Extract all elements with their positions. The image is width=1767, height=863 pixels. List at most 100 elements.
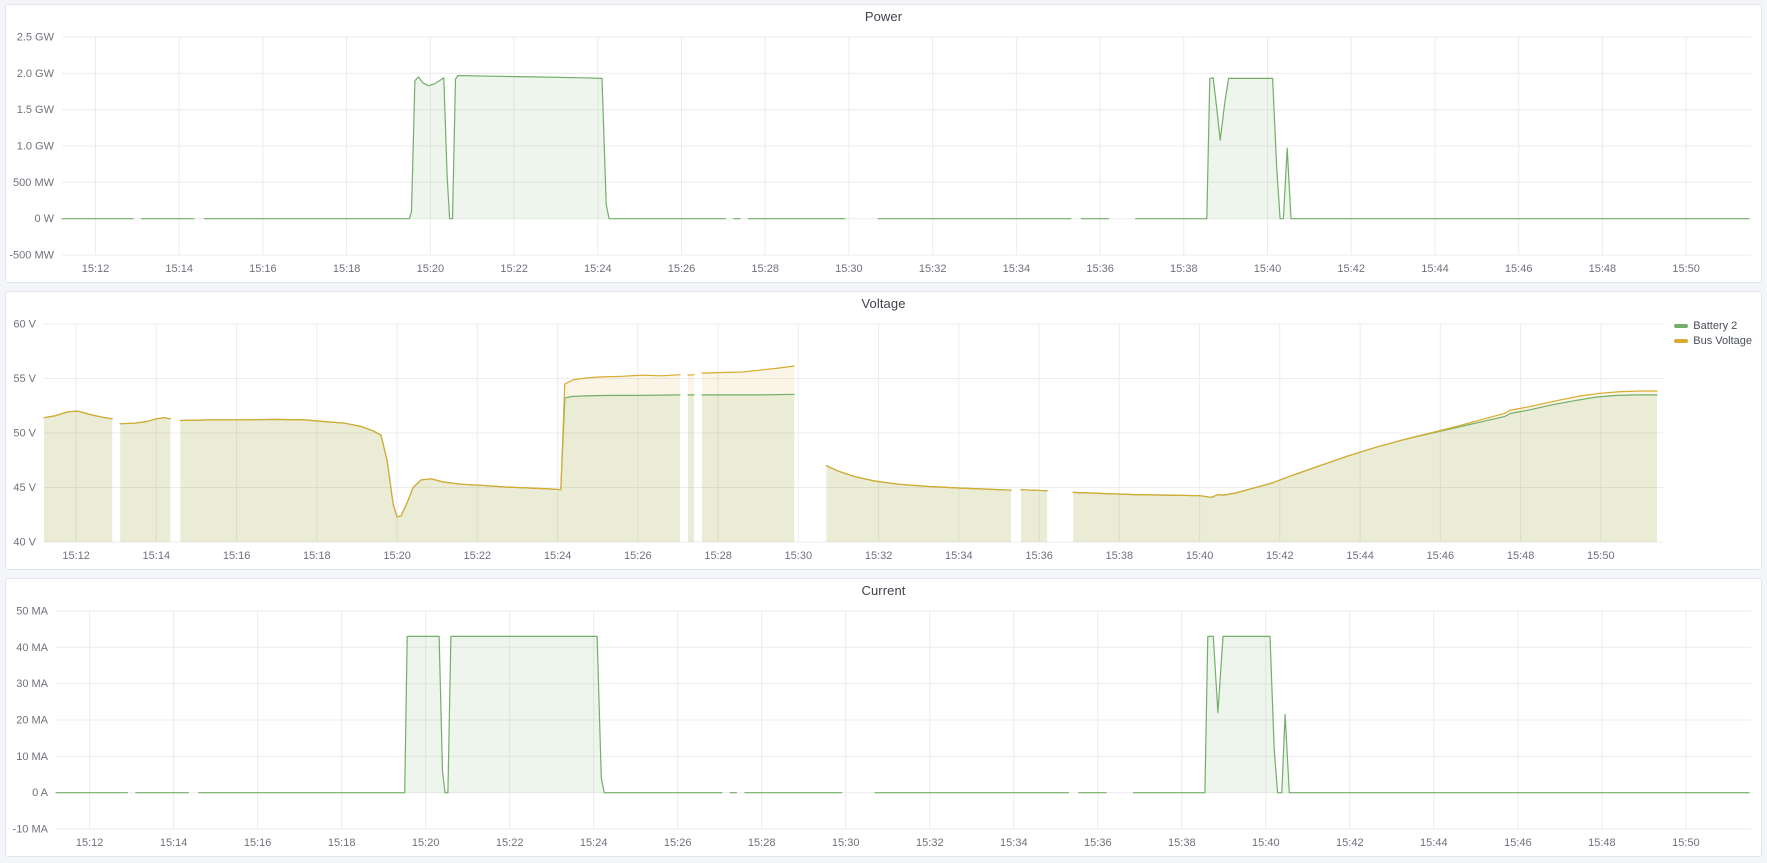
y-tick-label: 0 A: [32, 787, 49, 799]
panel-power: Power 2.5 GW 2.0 GW 1.5 GW 1.0 GW 500 MW 0 W -…: [5, 4, 1762, 283]
y-tick-label: 10 MA: [16, 751, 48, 763]
x-tick-label: 15:48: [1588, 837, 1616, 849]
x-tick-label: 15:12: [76, 837, 104, 849]
x-tick-label: 15:36: [1084, 837, 1112, 849]
chart-svg-power: 2.5 GW 2.0 GW 1.5 GW 1.0 GW 500 MW 0 W -500 MW…: [7, 27, 1760, 281]
x-tick-label: 15:50: [1587, 550, 1615, 562]
x-tick-label: 15:46: [1505, 263, 1533, 275]
panel-current: Current 50 MA 40 MA 30 MA 20 MA 10 MA 0 A -10 …: [5, 578, 1762, 857]
x-tick-label: 15:46: [1504, 837, 1532, 849]
x-tick-label: 15:34: [945, 550, 973, 562]
x-tick-label: 15:12: [82, 263, 110, 275]
chart-svg-voltage: 60 V55 V50 V45 V40 V15:1215:1415:1615:18…: [7, 314, 1760, 568]
x-tick-label: 15:22: [500, 263, 528, 275]
x-tick-label: 15:32: [865, 550, 893, 562]
series-color-swatch-icon: [1674, 324, 1688, 328]
x-tick-label: 15:18: [303, 550, 331, 562]
y-tick-label: 2.5 GW: [17, 32, 55, 44]
y-tick-label: -10 MA: [13, 824, 49, 836]
x-tick-label: 15:30: [832, 837, 860, 849]
x-tick-label: 15:34: [1000, 837, 1028, 849]
x-tick-label: 15:50: [1672, 837, 1700, 849]
x-tick-label: 15:20: [412, 837, 440, 849]
y-tick-label: 2.0 GW: [17, 68, 55, 80]
y-tick-label: 1.0 GW: [17, 141, 55, 153]
x-tick-label: 15:38: [1168, 837, 1196, 849]
legend-label: Battery 2: [1693, 320, 1737, 332]
x-tick-label: 15:12: [62, 550, 90, 562]
panel-header: Current: [6, 579, 1761, 601]
x-tick-label: 15:28: [704, 550, 732, 562]
y-tick-label: 40 V: [13, 537, 36, 549]
x-tick-label: 15:30: [835, 263, 863, 275]
y-tick-label: 45 V: [13, 482, 36, 494]
x-tick-label: 15:42: [1266, 550, 1294, 562]
legend-item-battery-2[interactable]: Battery 2: [1674, 320, 1752, 332]
chart-svg-current: 50 MA 40 MA 30 MA 20 MA 10 MA 0 A -10 MA 15:12 1…: [7, 601, 1760, 855]
x-tick-label: 15:42: [1336, 837, 1364, 849]
x-tick-label: 15:44: [1346, 550, 1374, 562]
x-tick-label: 15:30: [785, 550, 813, 562]
x-tick-label: 15:44: [1421, 263, 1449, 275]
x-tick-label: 15:20: [417, 263, 445, 275]
y-tick-label: 50 MA: [16, 606, 48, 618]
x-tick-label: 15:16: [244, 837, 272, 849]
x-tick-label: 15:26: [664, 837, 692, 849]
x-tick-label: 15:32: [916, 837, 944, 849]
x-tick-label: 15:50: [1672, 263, 1700, 275]
x-tick-label: 15:16: [249, 263, 277, 275]
x-tick-label: 15:40: [1186, 550, 1214, 562]
x-tick-label: 15:14: [165, 263, 193, 275]
x-tick-label: 15:26: [668, 263, 696, 275]
plot-area[interactable]: [44, 324, 1663, 542]
x-tick-label: 15:40: [1252, 837, 1280, 849]
x-tick-label: 15:22: [464, 550, 492, 562]
legend-label: Bus Voltage: [1693, 335, 1752, 347]
power-chart[interactable]: 2.5 GW 2.0 GW 1.5 GW 1.0 GW 500 MW 0 W -500 MW…: [7, 27, 1760, 281]
x-tick-label: 15:28: [751, 263, 779, 275]
y-tick-label: 20 MA: [16, 715, 48, 727]
x-tick-label: 15:16: [223, 550, 251, 562]
panel-title-power[interactable]: Power: [865, 9, 902, 24]
y-tick-label: 30 MA: [16, 678, 48, 690]
y-tick-label: 40 MA: [16, 642, 48, 654]
x-tick-label: 15:22: [496, 837, 524, 849]
chart-legend: Battery 2 Bus Voltage: [1674, 320, 1752, 347]
y-tick-label: 60 V: [13, 319, 36, 331]
x-tick-label: 15:24: [544, 550, 572, 562]
panel-header: Voltage: [6, 292, 1761, 314]
panel-title-voltage[interactable]: Voltage: [861, 296, 905, 311]
x-tick-label: 15:48: [1507, 550, 1535, 562]
x-tick-label: 15:18: [328, 837, 356, 849]
x-tick-label: 15:34: [1003, 263, 1031, 275]
x-tick-label: 15:24: [584, 263, 612, 275]
y-tick-label: 55 V: [13, 373, 36, 385]
x-tick-label: 15:36: [1086, 263, 1114, 275]
y-tick-label: 1.5 GW: [17, 104, 55, 116]
series-color-swatch-icon: [1674, 339, 1688, 343]
current-chart[interactable]: 50 MA 40 MA 30 MA 20 MA 10 MA 0 A -10 MA 15:12 1…: [7, 601, 1760, 855]
x-tick-label: 15:32: [919, 263, 947, 275]
x-tick-label: 15:38: [1106, 550, 1134, 562]
x-tick-label: 15:44: [1420, 837, 1448, 849]
x-tick-label: 15:28: [748, 837, 776, 849]
x-tick-label: 15:46: [1427, 550, 1455, 562]
panel-title-current[interactable]: Current: [861, 583, 905, 598]
y-tick-label: 500 MW: [13, 177, 55, 189]
legend-item-bus-voltage[interactable]: Bus Voltage: [1674, 335, 1752, 347]
plot-area[interactable]: [62, 37, 1751, 255]
voltage-chart[interactable]: 60 V55 V50 V45 V40 V15:1215:1415:1615:18…: [7, 314, 1760, 568]
x-tick-label: 15:20: [383, 550, 411, 562]
x-tick-label: 15:38: [1170, 263, 1198, 275]
x-tick-label: 15:18: [333, 263, 361, 275]
y-tick-label: -500 MW: [9, 250, 54, 262]
x-tick-label: 15:14: [160, 837, 188, 849]
x-tick-label: 15:26: [624, 550, 652, 562]
x-tick-label: 15:14: [143, 550, 171, 562]
x-tick-label: 15:36: [1025, 550, 1053, 562]
x-tick-label: 15:40: [1254, 263, 1282, 275]
y-tick-label: 0 W: [34, 213, 54, 225]
plot-area[interactable]: [56, 611, 1751, 829]
panel-voltage: Voltage 60 V55 V50 V45 V40 V15:1215:1415…: [5, 291, 1762, 570]
x-tick-label: 15:48: [1589, 263, 1617, 275]
